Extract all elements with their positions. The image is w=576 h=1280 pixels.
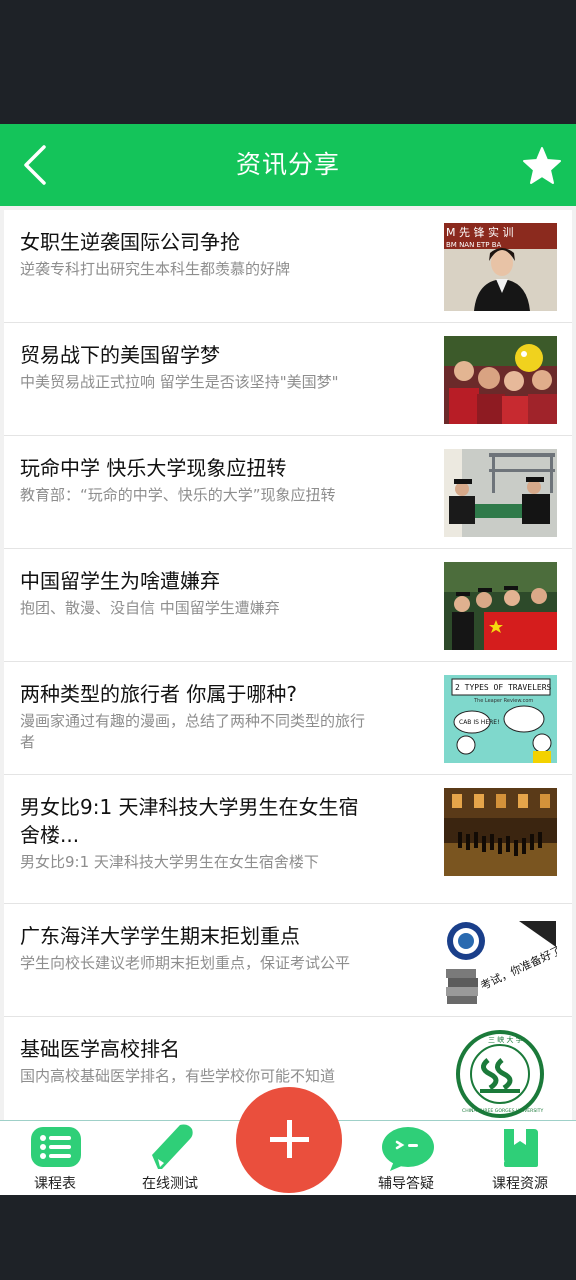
news-summary: 抱团、散漫、没自信 中国留学生遭嫌弃 (20, 599, 280, 617)
comic-title-text: 2 TYPES OF TRAVELERS (455, 683, 552, 692)
news-item[interactable]: 中国留学生为啥遭嫌弃 抱团、散漫、没自信 中国留学生遭嫌弃 (4, 549, 572, 662)
news-summary: 漫画家通过有趣的漫画，总结了两种不同类型的旅行者 (20, 712, 366, 751)
news-item[interactable]: 男女比9:1 天津科技大学男生在女生宿舍楼... 男女比9:1 天津科技大学男生… (4, 775, 572, 904)
news-title: 广东海洋大学学生期末拒划重点 (20, 924, 300, 948)
news-thumbnail (444, 562, 557, 650)
nav-resources-label: 课程资源 (492, 1176, 548, 1192)
list-icon (31, 1127, 81, 1167)
thumb-banner-text-2: BM NAN ETP BA (446, 241, 502, 249)
plus-icon (270, 1120, 309, 1158)
status-bar (0, 0, 576, 124)
news-feed[interactable]: 女职生逆袭国际公司争抢 逆袭专科打出研究生本科生都羡慕的好牌 M 先 锋 实 训… (0, 206, 576, 1120)
news-item[interactable]: 贸易战下的美国留学梦 中美贸易战正式拉响 留学生是否该坚持"美国梦" (4, 323, 572, 436)
comic-sub-text: The Leaper Review.com (473, 698, 533, 704)
nav-qa-label: 辅导答疑 (378, 1176, 434, 1192)
news-summary: 中美贸易战正式拉响 留学生是否该坚持"美国梦" (20, 373, 339, 391)
nav-online-test-label: 在线测试 (142, 1176, 198, 1192)
news-title: 两种类型的旅行者 你属于哪种? (20, 682, 297, 706)
news-thumbnail: 2 TYPES OF TRAVELERS The Leaper Review.c… (444, 675, 557, 763)
news-thumbnail (444, 336, 557, 424)
news-thumbnail: M 先 锋 实 训 BM NAN ETP BA (444, 223, 557, 311)
ctgu-top-text: 三 峡 大 学 (488, 1035, 523, 1044)
news-thumbnail (444, 449, 557, 537)
nav-online-test[interactable]: 在线测试 (120, 1121, 220, 1196)
chat-bubble-icon (382, 1127, 434, 1171)
comic-bubble-text: CAB IS HERE! (459, 719, 499, 726)
ctgu-name-text: CHINA THREE GORGES UNIVERSITY (462, 1108, 543, 1114)
nav-resources[interactable]: 课程资源 (470, 1121, 570, 1196)
news-thumbnail: 三 峡 大 学 CHINA THREE GORGES UNIVERSITY (444, 1030, 557, 1118)
book-icon (504, 1129, 538, 1167)
nav-qa[interactable]: 辅导答疑 (356, 1121, 456, 1196)
nav-schedule[interactable]: 课程表 (5, 1121, 105, 1196)
news-item[interactable]: 两种类型的旅行者 你属于哪种? 漫画家通过有趣的漫画，总结了两种不同类型的旅行者… (4, 662, 572, 775)
news-summary: 男女比9:1 天津科技大学男生在女生宿舍楼下 (20, 853, 319, 871)
news-summary: 学生向校长建议老师期末拒划重点，保证考试公平 (20, 954, 351, 972)
app-header: 资讯分享 (0, 124, 576, 206)
system-navigation-bar (0, 1195, 576, 1280)
add-button[interactable] (236, 1087, 342, 1193)
news-title: 男女比9:1 天津科技大学男生在女生宿舍楼... (20, 795, 359, 847)
page-title: 资讯分享 (235, 150, 340, 179)
news-title: 基础医学高校排名 (20, 1037, 180, 1061)
pencil-icon (152, 1124, 193, 1169)
news-item[interactable]: 女职生逆袭国际公司争抢 逆袭专科打出研究生本科生都羡慕的好牌 M 先 锋 实 训… (4, 210, 572, 323)
news-summary: 国内高校基础医学排名，有些学校你可能不知道 (20, 1067, 336, 1085)
news-title: 玩命中学 快乐大学现象应扭转 (20, 456, 287, 480)
thumb-banner-text: M 先 锋 实 训 (446, 225, 513, 239)
news-summary: 逆袭专科打出研究生本科生都羡慕的好牌 (20, 260, 291, 278)
news-thumbnail (444, 788, 557, 876)
news-title: 女职生逆袭国际公司争抢 (20, 230, 240, 254)
star-favorite-icon[interactable] (522, 146, 562, 186)
news-thumbnail: 考试，你准备好了吗 (444, 917, 557, 1005)
news-item[interactable]: 玩命中学 快乐大学现象应扭转 教育部：“玩命的中学、快乐的大学”现象应扭转 (4, 436, 572, 549)
news-title: 贸易战下的美国留学梦 (20, 343, 220, 367)
news-summary: 教育部：“玩命的中学、快乐的大学”现象应扭转 (20, 486, 336, 504)
news-item[interactable]: 广东海洋大学学生期末拒划重点 学生向校长建议老师期末拒划重点，保证考试公平 考试… (4, 904, 572, 1017)
news-title: 中国留学生为啥遭嫌弃 (20, 569, 220, 593)
nav-schedule-label: 课程表 (34, 1176, 76, 1192)
